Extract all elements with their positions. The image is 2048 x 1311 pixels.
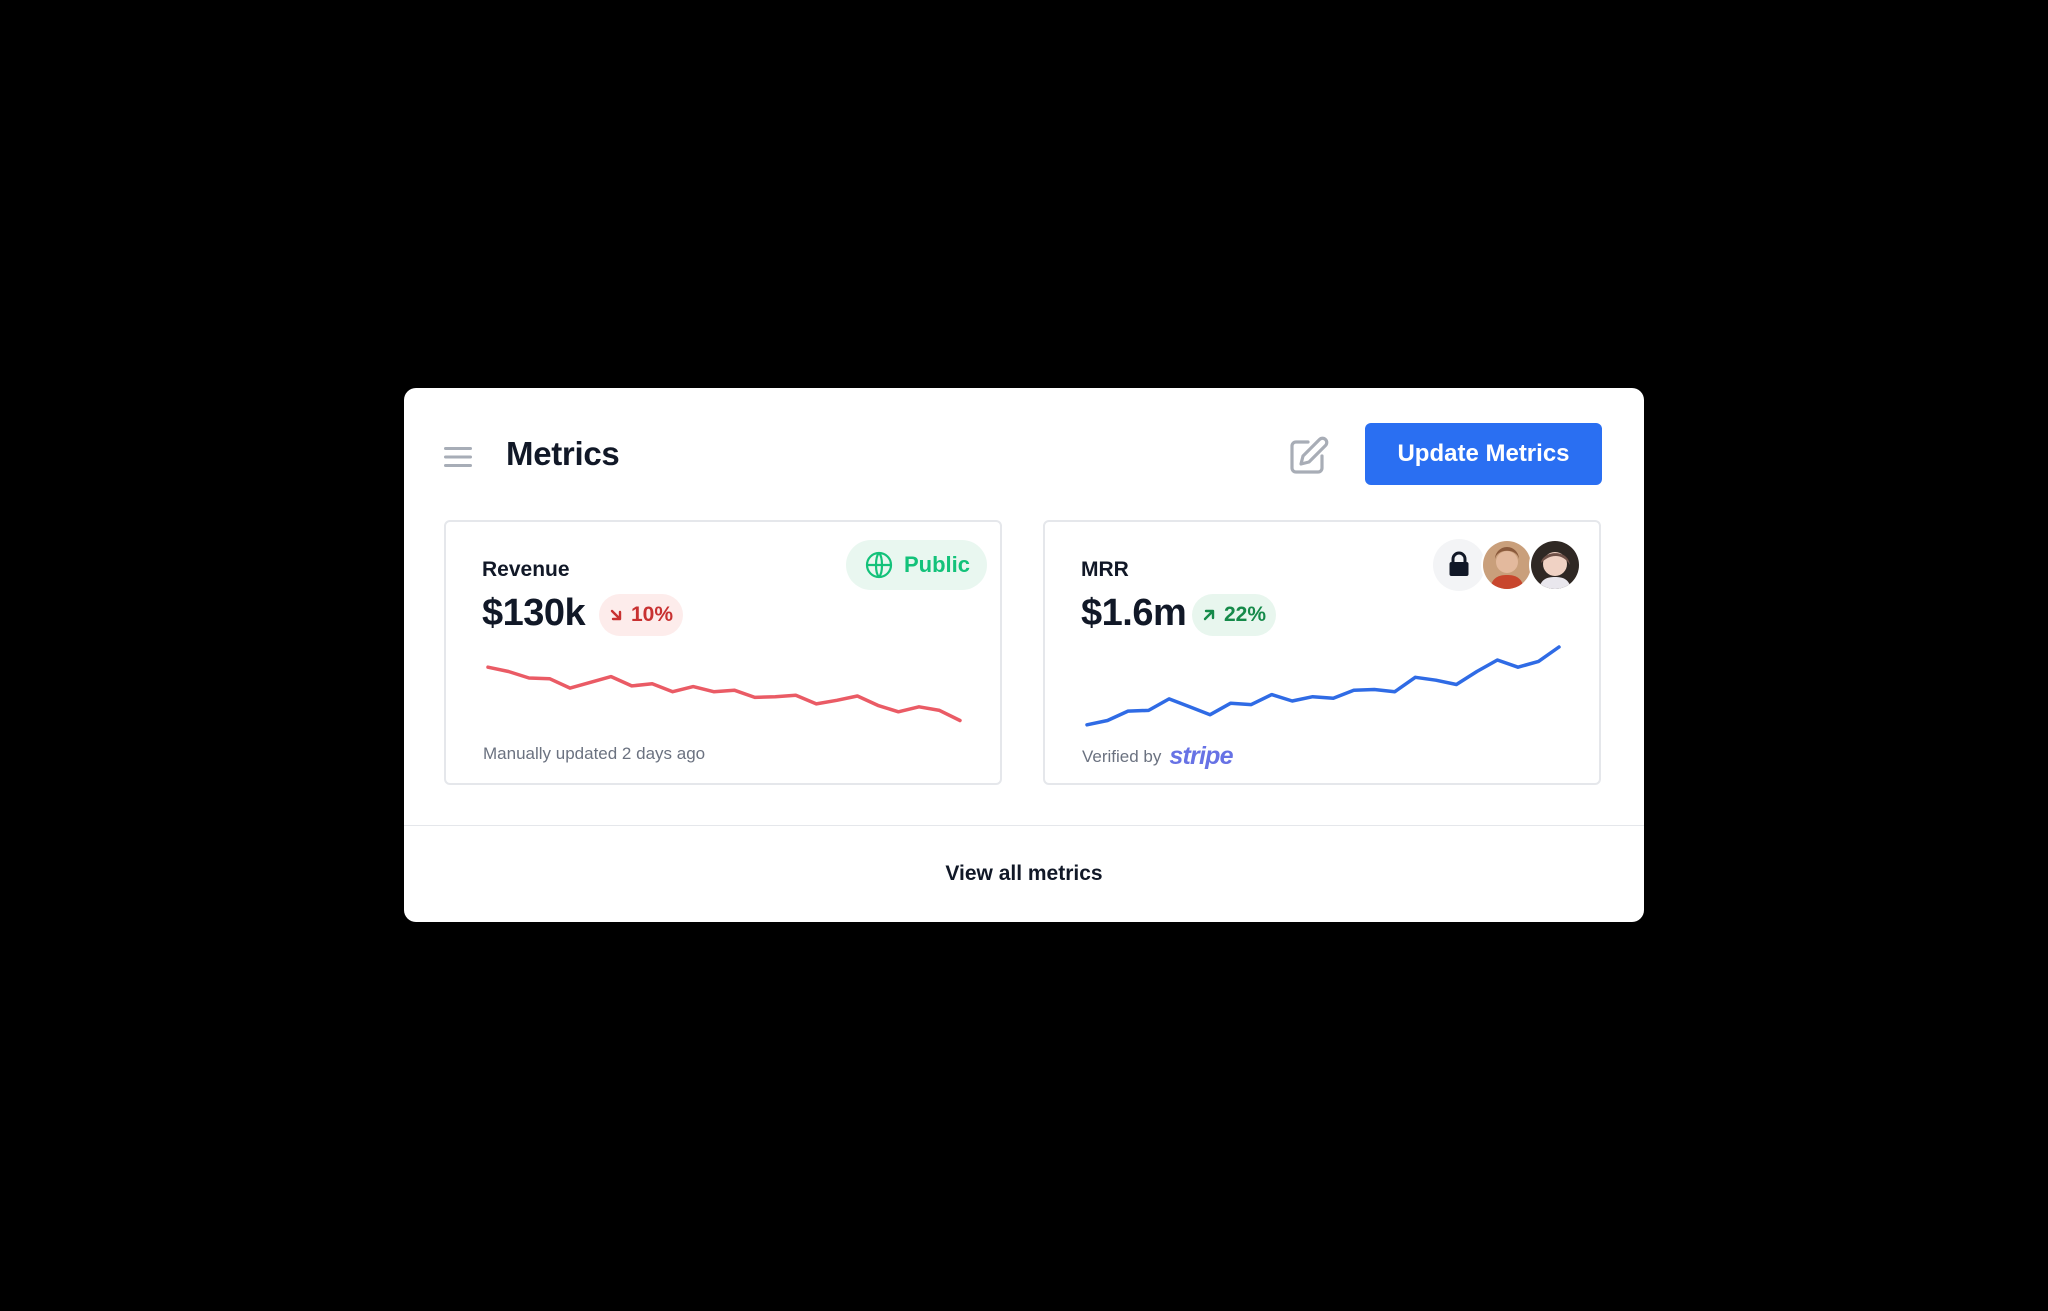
mrr-metric-card[interactable]: MRR $1.6m 22% Verified by stripe: [1043, 520, 1601, 785]
verification-note: Verified by stripe: [1082, 742, 1233, 771]
arrow-up-right-icon: [1203, 609, 1215, 621]
avatar[interactable]: [1529, 539, 1581, 591]
metric-change-badge: 10%: [599, 594, 684, 636]
lock-icon: [1449, 551, 1469, 576]
trend-line: [1085, 645, 1561, 727]
visibility-label: Public: [904, 552, 971, 577]
metric-change-value: 10%: [631, 603, 674, 626]
metrics-header: Metrics Update Metrics: [404, 388, 1644, 518]
private-indicator: [1433, 539, 1485, 591]
metric-value: $1.6m: [1081, 592, 1187, 634]
update-metrics-button[interactable]: Update Metrics: [1365, 423, 1602, 485]
metric-change-value: 22%: [1224, 603, 1267, 626]
edit-icon[interactable]: [1288, 435, 1330, 477]
metric-change-badge: 22%: [1192, 594, 1277, 636]
metric-label: MRR: [1081, 558, 1129, 581]
view-all-metrics-link[interactable]: View all metrics: [404, 826, 1644, 922]
metric-label: Revenue: [482, 558, 570, 581]
page-title: Metrics: [506, 435, 620, 472]
visibility-badge[interactable]: Public: [846, 540, 987, 590]
update-note: Manually updated 2 days ago: [483, 744, 706, 763]
arrow-down-right-icon: [610, 609, 622, 621]
person-avatar-image: [1531, 541, 1579, 589]
verified-by-label: Verified by: [1082, 746, 1162, 766]
person-avatar-image: [1483, 541, 1531, 589]
avatar[interactable]: [1481, 539, 1533, 591]
globe-icon: [865, 551, 893, 579]
metric-value: $130k: [482, 592, 586, 634]
trend-line: [486, 665, 962, 723]
stripe-logo[interactable]: stripe: [1169, 742, 1233, 771]
revenue-sparkline: [486, 665, 962, 723]
hamburger-menu-icon[interactable]: [444, 445, 472, 469]
revenue-metric-card[interactable]: Revenue $130k 10% Public Manually update…: [444, 520, 1002, 785]
metrics-panel: Metrics Update Metrics Revenue $130k 10%…: [404, 388, 1644, 922]
mrr-sparkline: [1085, 645, 1561, 727]
